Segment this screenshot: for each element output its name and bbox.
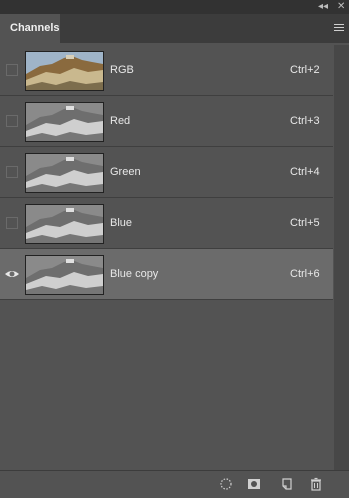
scrollbar[interactable] [334, 45, 349, 470]
channel-name: RGB [110, 64, 134, 76]
visibility-toggle[interactable] [6, 64, 18, 76]
visibility-toggle[interactable] [6, 217, 18, 229]
channel-row[interactable]: Green Ctrl+4 [0, 147, 333, 198]
channel-thumbnail [25, 204, 104, 244]
visibility-toggle[interactable] [6, 115, 18, 127]
channel-shortcut: Ctrl+5 [290, 217, 320, 229]
channels-footer [0, 470, 349, 498]
channel-thumbnail [25, 51, 104, 91]
channel-shortcut: Ctrl+3 [290, 115, 320, 127]
channel-shortcut: Ctrl+4 [290, 166, 320, 178]
eye-icon[interactable] [4, 266, 20, 282]
channel-row[interactable]: RGB Ctrl+2 [0, 45, 333, 96]
channel-thumbnail [25, 255, 104, 295]
save-selection-as-channel-icon[interactable] [247, 477, 261, 491]
channel-thumbnail [25, 153, 104, 193]
channel-row[interactable]: Red Ctrl+3 [0, 96, 333, 147]
load-channel-as-selection-icon[interactable] [219, 477, 233, 491]
tab-channels[interactable]: Channels [0, 14, 60, 43]
new-channel-icon[interactable] [280, 477, 294, 491]
channel-shortcut: Ctrl+6 [290, 268, 320, 280]
channel-name: Blue [110, 217, 133, 229]
channel-list: RGB Ctrl+2 Red Ctrl+3 Green Ctrl+4 Blue Ctrl+5 B… [0, 45, 333, 470]
visibility-toggle[interactable] [6, 166, 18, 178]
channel-shortcut: Ctrl+2 [290, 64, 320, 76]
delete-channel-icon[interactable] [309, 477, 323, 491]
channel-name: Red [110, 115, 131, 127]
collapse-panel-icon[interactable]: ◂◂ [318, 0, 328, 14]
channel-name: Green [110, 166, 141, 178]
panel-menu-icon[interactable] [334, 24, 344, 33]
panel-title-strip: ◂◂ ✕ [0, 0, 349, 14]
channel-row[interactable]: Blue copy Ctrl+6 [0, 249, 333, 300]
channel-thumbnail [25, 102, 104, 142]
channel-row[interactable]: Blue Ctrl+5 [0, 198, 333, 249]
panel-tab-bar: Channels [0, 14, 349, 43]
close-panel-icon[interactable]: ✕ [337, 0, 345, 14]
channel-name: Blue copy [110, 268, 159, 280]
